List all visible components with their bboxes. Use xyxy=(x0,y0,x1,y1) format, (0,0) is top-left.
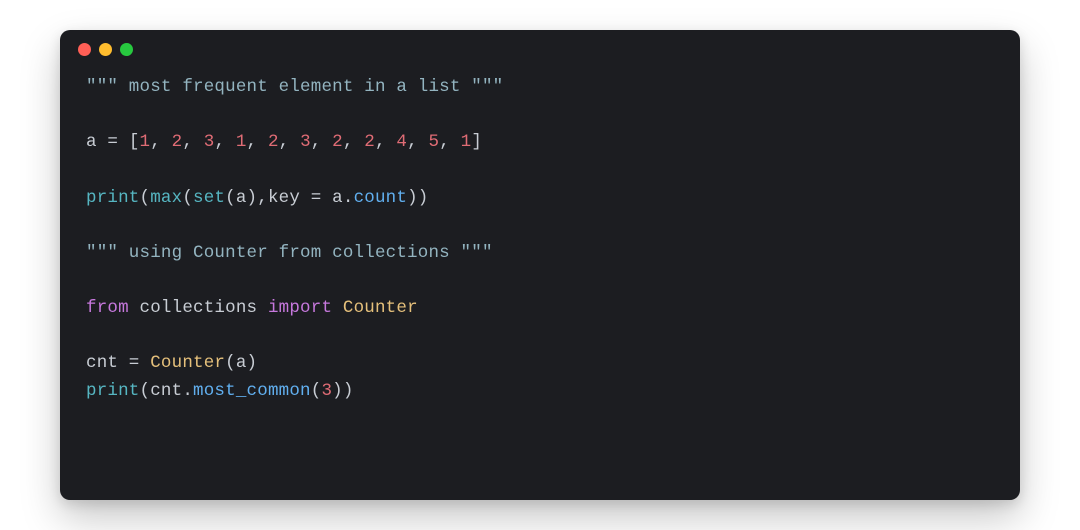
code-token: Counter xyxy=(150,353,225,373)
code-token: 3 xyxy=(300,132,311,152)
code-token: cnt xyxy=(86,353,118,373)
code-token: ( xyxy=(311,381,322,401)
code-token: , xyxy=(311,132,332,152)
code-token: [ xyxy=(129,132,140,152)
code-token: collections xyxy=(140,298,258,318)
code-line xyxy=(86,102,994,130)
code-token: ] xyxy=(471,132,482,152)
code-token: )) xyxy=(332,381,353,401)
code-window: """ most frequent element in a list """ … xyxy=(60,30,1020,500)
code-token: ( xyxy=(225,188,236,208)
code-token: . xyxy=(343,188,354,208)
code-token: 2 xyxy=(332,132,343,152)
code-token xyxy=(129,298,140,318)
code-token: 2 xyxy=(364,132,375,152)
code-token: , xyxy=(343,132,364,152)
code-token: ), xyxy=(247,188,268,208)
code-token: a xyxy=(236,188,247,208)
code-token: 1 xyxy=(140,132,151,152)
code-token: """ most frequent element in a list """ xyxy=(86,77,503,97)
code-token xyxy=(332,298,343,318)
code-token: 2 xyxy=(172,132,183,152)
code-token: , xyxy=(407,132,428,152)
code-token: ( xyxy=(140,381,151,401)
code-line: cnt = Counter(a) xyxy=(86,350,994,378)
code-token: 3 xyxy=(321,381,332,401)
code-token: ( xyxy=(140,188,151,208)
close-icon[interactable] xyxy=(78,43,91,56)
code-token xyxy=(257,298,268,318)
code-token: ) xyxy=(247,353,258,373)
code-token: , xyxy=(150,132,171,152)
code-token: cnt xyxy=(150,381,182,401)
code-token: key xyxy=(268,188,300,208)
code-token: = xyxy=(300,188,332,208)
code-token: Counter xyxy=(343,298,418,318)
code-line: print(max(set(a),key = a.count)) xyxy=(86,185,994,213)
window-titlebar xyxy=(60,30,1020,68)
code-token: 5 xyxy=(429,132,440,152)
code-line: a = [1, 2, 3, 1, 2, 3, 2, 2, 4, 5, 1] xyxy=(86,129,994,157)
code-token: 2 xyxy=(268,132,279,152)
code-token: 1 xyxy=(236,132,247,152)
code-token: count xyxy=(354,188,408,208)
code-token: ( xyxy=(182,188,193,208)
code-token: max xyxy=(150,188,182,208)
code-token: ( xyxy=(225,353,236,373)
code-token: , xyxy=(375,132,396,152)
code-line: print(cnt.most_common(3)) xyxy=(86,378,994,406)
code-token: . xyxy=(182,381,193,401)
code-token: print xyxy=(86,381,140,401)
code-token: from xyxy=(86,298,129,318)
code-token: , xyxy=(247,132,268,152)
code-token: a xyxy=(86,132,97,152)
code-token: import xyxy=(268,298,332,318)
code-line xyxy=(86,267,994,295)
code-token: = xyxy=(118,353,150,373)
code-token: a xyxy=(332,188,343,208)
code-line xyxy=(86,212,994,240)
code-token: )) xyxy=(407,188,428,208)
code-token: """ using Counter from collections """ xyxy=(86,243,493,263)
code-token: , xyxy=(279,132,300,152)
code-line: """ most frequent element in a list """ xyxy=(86,74,994,102)
code-token: = xyxy=(97,132,129,152)
code-line xyxy=(86,157,994,185)
code-token: , xyxy=(214,132,235,152)
code-token: 1 xyxy=(461,132,472,152)
code-line: """ using Counter from collections """ xyxy=(86,240,994,268)
code-line xyxy=(86,323,994,351)
code-block: """ most frequent element in a list """ … xyxy=(60,68,1020,430)
code-token: 4 xyxy=(396,132,407,152)
code-token: set xyxy=(193,188,225,208)
minimize-icon[interactable] xyxy=(99,43,112,56)
zoom-icon[interactable] xyxy=(120,43,133,56)
code-line: from collections import Counter xyxy=(86,295,994,323)
code-token: most_common xyxy=(193,381,311,401)
code-token: print xyxy=(86,188,140,208)
code-token: a xyxy=(236,353,247,373)
code-token: , xyxy=(439,132,460,152)
code-token: , xyxy=(182,132,203,152)
code-token: 3 xyxy=(204,132,215,152)
